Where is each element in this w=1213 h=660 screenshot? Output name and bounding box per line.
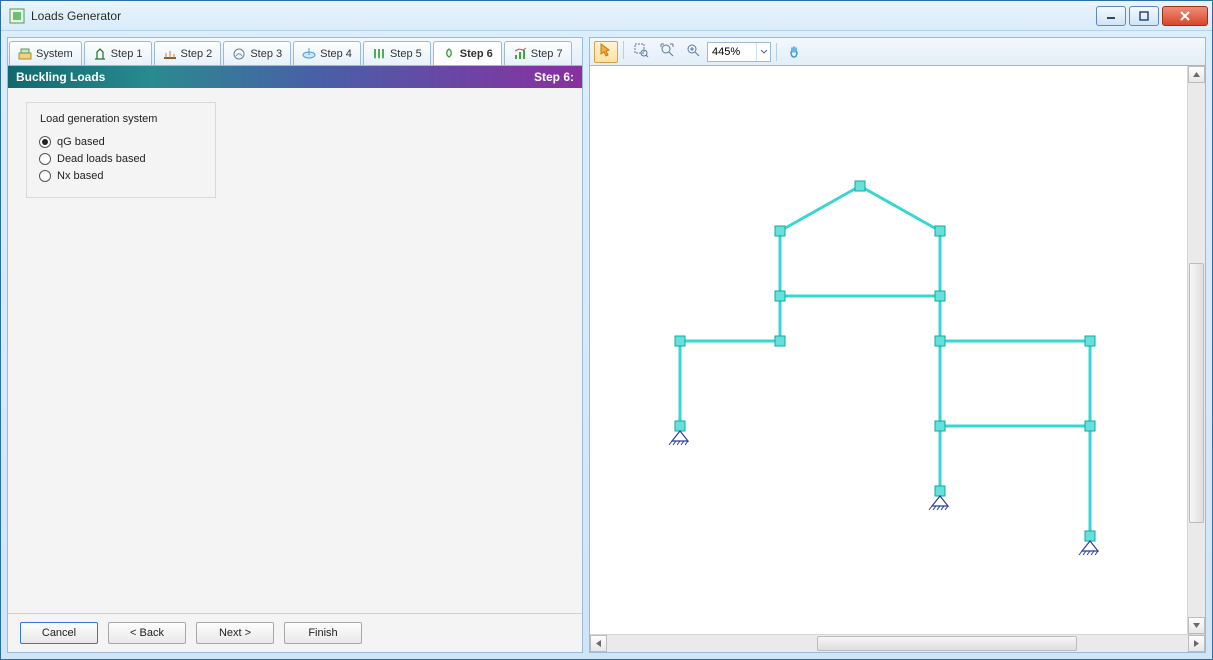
tab-label: Step 2	[181, 48, 213, 60]
radio-icon	[39, 136, 51, 148]
tab-label: Step 5	[390, 48, 422, 60]
tab-step-2[interactable]: Step 2	[154, 41, 222, 65]
radio-icon	[39, 153, 51, 165]
zoom-combobox[interactable]	[707, 42, 771, 62]
step-header: Buckling Loads Step 6:	[8, 66, 582, 88]
horizontal-scrollbar[interactable]	[590, 634, 1205, 652]
radio-dead-loads-based[interactable]: Dead loads based	[39, 153, 203, 165]
structure-drawing	[590, 66, 1185, 634]
load-gen-group: Load generation system qG based Dead load…	[26, 102, 216, 198]
tab-label: Step 6	[460, 48, 493, 60]
scroll-left-icon[interactable]	[590, 635, 607, 652]
zoom-fit-icon	[659, 42, 675, 61]
tab-step-6[interactable]: Step 6	[433, 41, 502, 65]
form-area: Load generation system qG based Dead load…	[8, 88, 582, 613]
system-icon	[18, 47, 32, 61]
scroll-down-icon[interactable]	[1188, 617, 1205, 634]
radio-nx-based[interactable]: Nx based	[39, 170, 203, 182]
cancel-button[interactable]: Cancel	[20, 622, 98, 644]
step2-icon	[163, 47, 177, 61]
radio-icon	[39, 170, 51, 182]
zoom-in-tool-button[interactable]	[681, 41, 705, 63]
tab-label: System	[36, 48, 73, 60]
vertical-scrollbar[interactable]	[1187, 66, 1205, 634]
viewport-toolbar	[590, 38, 1205, 66]
tab-step-1[interactable]: Step 1	[84, 41, 152, 65]
tab-step-3[interactable]: Step 3	[223, 41, 291, 65]
pan-tool-button[interactable]	[782, 41, 806, 63]
scroll-up-icon[interactable]	[1188, 66, 1205, 83]
tab-label: Step 1	[111, 48, 143, 60]
tab-label: Step 7	[531, 48, 563, 60]
step-title: Buckling Loads	[16, 70, 105, 84]
tab-step-5[interactable]: Step 5	[363, 41, 431, 65]
finish-button[interactable]: Finish	[284, 622, 362, 644]
radio-label: qG based	[57, 136, 105, 148]
maximize-button[interactable]	[1129, 6, 1159, 26]
tab-step-7[interactable]: Step 7	[504, 41, 572, 65]
zoom-in-icon	[685, 42, 701, 61]
step7-icon	[513, 47, 527, 61]
zoom-input[interactable]	[708, 43, 756, 61]
zoom-window-icon	[633, 42, 649, 61]
tab-step-4[interactable]: Step 4	[293, 41, 361, 65]
step4-icon	[302, 47, 316, 61]
chevron-down-icon[interactable]	[756, 43, 770, 61]
step-indicator: Step 6:	[534, 70, 574, 84]
step1-icon	[93, 47, 107, 61]
wizard-button-bar: Cancel < Back Next > Finish	[8, 613, 582, 652]
close-button[interactable]	[1162, 6, 1208, 26]
wizard-tabstrip: System Step 1 Step 2 Step 3 Step 4 Step 5 Step…	[8, 38, 582, 66]
tab-system[interactable]: System	[9, 41, 82, 65]
pointer-icon	[598, 42, 614, 61]
wizard-pane: System Step 1 Step 2 Step 3 Step 4 Step 5 Step…	[7, 37, 583, 653]
zoom-fit-tool-button[interactable]	[655, 41, 679, 63]
zoom-window-tool-button[interactable]	[629, 41, 653, 63]
viewport-pane	[589, 37, 1206, 653]
pointer-tool-button[interactable]	[594, 41, 618, 63]
window-title: Loads Generator	[31, 9, 1096, 23]
step3-icon	[232, 47, 246, 61]
canvas[interactable]	[590, 66, 1205, 634]
tab-label: Step 4	[320, 48, 352, 60]
radio-qg-based[interactable]: qG based	[39, 136, 203, 148]
window-buttons	[1096, 6, 1208, 26]
content: System Step 1 Step 2 Step 3 Step 4 Step 5 Step…	[1, 31, 1212, 659]
scroll-right-icon[interactable]	[1188, 635, 1205, 652]
radio-label: Dead loads based	[57, 153, 146, 165]
next-button[interactable]: Next >	[196, 622, 274, 644]
minimize-button[interactable]	[1096, 6, 1126, 26]
app-icon	[9, 8, 25, 24]
group-legend: Load generation system	[37, 113, 160, 125]
back-button[interactable]: < Back	[108, 622, 186, 644]
step6-icon	[442, 47, 456, 61]
app-window: Loads Generator System Step 1 Step 2 Step 3…	[0, 0, 1213, 660]
pan-icon	[786, 44, 802, 60]
titlebar: Loads Generator	[1, 1, 1212, 31]
step5-icon	[372, 47, 386, 61]
tab-label: Step 3	[250, 48, 282, 60]
radio-label: Nx based	[57, 170, 103, 182]
